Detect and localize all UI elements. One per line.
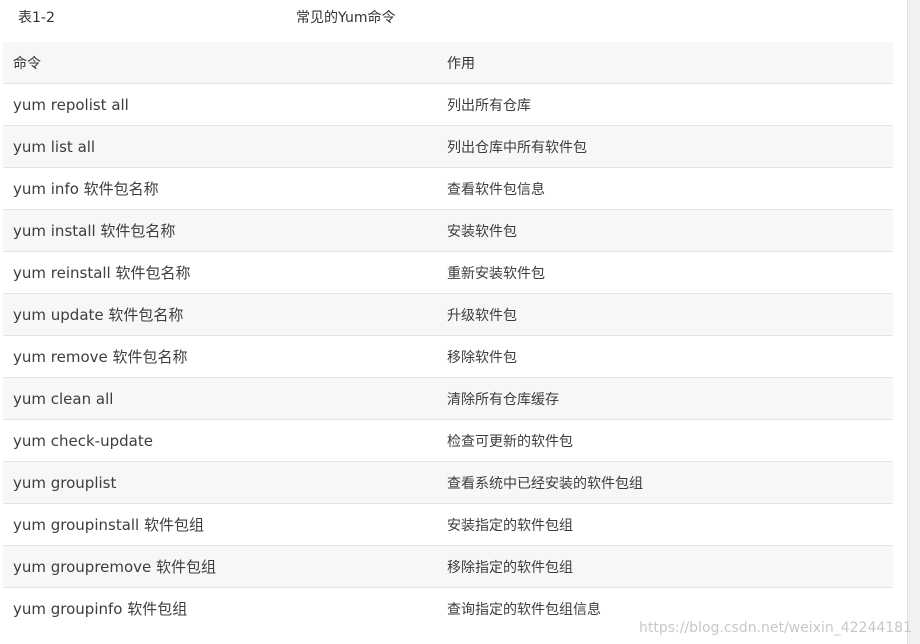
column-header-purpose: 作用 [437,42,893,84]
command-cell: yum install 软件包名称 [3,209,437,252]
table-header-row: 命令 作用 [3,42,893,84]
command-cell: yum update 软件包名称 [3,293,437,336]
table-row: yum check-update 检查可更新的软件包 [3,419,893,462]
purpose-cell: 升级软件包 [437,293,893,336]
yum-commands-table: 命令 作用 yum repolist all 列出所有仓库 yum list a… [3,42,893,629]
purpose-cell: 移除软件包 [437,335,893,378]
table-title: 常见的Yum命令 [296,10,396,26]
purpose-cell: 重新安装软件包 [437,251,893,294]
command-cell: yum clean all [3,377,437,420]
purpose-cell: 安装软件包 [437,209,893,252]
purpose-cell: 查看软件包信息 [437,167,893,210]
table-caption: 表1-2 常见的Yum命令 [0,0,920,36]
table-row: yum info 软件包名称 查看软件包信息 [3,167,893,210]
command-cell: yum grouplist [3,461,437,504]
command-cell: yum reinstall 软件包名称 [3,251,437,294]
purpose-cell: 列出仓库中所有软件包 [437,125,893,168]
table-row: yum reinstall 软件包名称 重新安装软件包 [3,251,893,294]
command-cell: yum info 软件包名称 [3,167,437,210]
command-cell: yum remove 软件包名称 [3,335,437,378]
table-row: yum list all 列出仓库中所有软件包 [3,125,893,168]
table-row: yum repolist all 列出所有仓库 [3,83,893,126]
purpose-cell: 检查可更新的软件包 [437,419,893,462]
command-cell: yum repolist all [3,83,437,126]
command-cell: yum check-update [3,419,437,462]
table-row: yum groupremove 软件包组 移除指定的软件包组 [3,545,893,588]
purpose-cell: 清除所有仓库缓存 [437,377,893,420]
purpose-cell: 查看系统中已经安装的软件包组 [437,461,893,504]
table-row: yum groupinstall 软件包组 安装指定的软件包组 [3,503,893,546]
column-header-command: 命令 [3,42,437,84]
watermark-url: https://blog.csdn.net/weixin_42244181 [638,620,912,636]
table-row: yum remove 软件包名称 移除软件包 [3,335,893,378]
purpose-cell: 安装指定的软件包组 [437,503,893,546]
table-row: yum update 软件包名称 升级软件包 [3,293,893,336]
scrollbar-track[interactable] [907,0,920,644]
command-cell: yum list all [3,125,437,168]
table-row: yum grouplist 查看系统中已经安装的软件包组 [3,461,893,504]
table-row: yum clean all 清除所有仓库缓存 [3,377,893,420]
table-row: yum install 软件包名称 安装软件包 [3,209,893,252]
command-cell: yum groupinfo 软件包组 [13,600,188,618]
command-cell: yum groupremove 软件包组 [3,545,437,588]
purpose-cell: 移除指定的软件包组 [437,545,893,588]
command-cell: yum groupinstall 软件包组 [3,503,437,546]
purpose-cell: 列出所有仓库 [437,83,893,126]
table-number: 表1-2 [18,10,55,26]
